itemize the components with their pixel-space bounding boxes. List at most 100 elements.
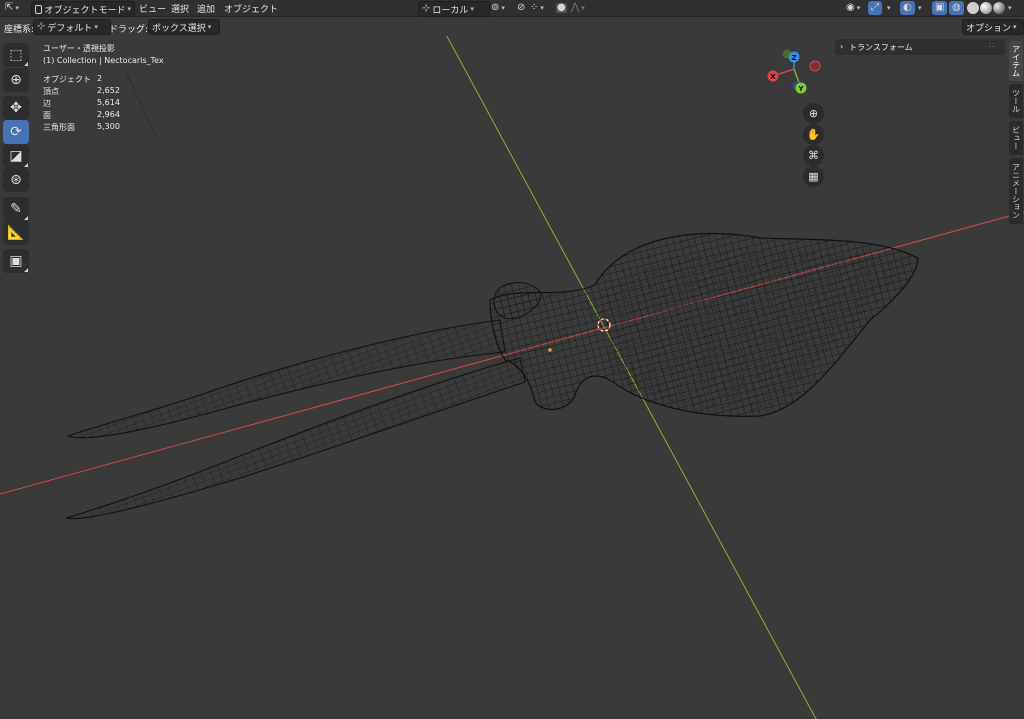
collection-line: (1) Collection | Nectocaris_Tex (43, 56, 164, 65)
chevron-down-icon: ▾ (581, 4, 585, 12)
chevron-down-icon: ▾ (94, 23, 98, 31)
transform-icon: ⊛ (10, 172, 22, 188)
chevron-down-icon: ▾ (470, 5, 474, 13)
transform-tool[interactable]: ⊛ (3, 168, 29, 192)
proportional-icon: ● (556, 2, 567, 13)
orientation-dropdown[interactable]: ⊹ デフォルト ▾ (33, 19, 111, 35)
overlay-dropdown[interactable]: ▾ (915, 1, 925, 15)
menu-object[interactable]: オブジェクト (221, 1, 281, 15)
chevron-down-icon: ▾ (127, 5, 131, 13)
measure-icon: 📐 (7, 225, 25, 241)
editor-type-icon: ⇱ (5, 2, 14, 13)
xray-toggle[interactable]: ▣ (932, 1, 948, 15)
add-cube-tool[interactable]: ▣ (3, 249, 29, 273)
select-box-tool[interactable]: ⬚ (3, 43, 29, 67)
hand-pan-icon: ✋ (806, 128, 821, 141)
gizmo-toggle[interactable]: ⤢ (868, 1, 882, 15)
object-origin (548, 348, 552, 352)
gizmo-dropdown[interactable]: ▾ (884, 1, 894, 15)
scale-icon: ◪ (9, 148, 23, 164)
drag-handle-icon[interactable]: ∷ (989, 41, 994, 50)
magnet-icon: ⊘ (517, 2, 526, 13)
chevron-down-icon: ▾ (207, 23, 212, 31)
transform-orientation-dropdown[interactable]: ⊹ ローカル ▾ (418, 1, 490, 17)
chevron-down-icon: ▾ (887, 4, 891, 12)
scale-tool[interactable]: ◪ (3, 144, 29, 168)
shading-wireframe[interactable]: ◍ (949, 1, 964, 15)
cursor-icon: ⊕ (10, 72, 22, 88)
move-icon: ✥ (10, 100, 22, 116)
navigation-gizmo[interactable]: Z X Y (760, 45, 830, 100)
shading-dropdown[interactable]: ▾ (1005, 1, 1015, 15)
snap-grid-icon: ⁘ (530, 2, 539, 13)
tab-animation[interactable]: アニメーション (1009, 158, 1023, 224)
xray-icon: ▣ (935, 2, 945, 13)
menu-add[interactable]: 追加 (194, 1, 218, 15)
add-cube-icon: ▣ (9, 253, 23, 269)
proportional-falloff-button[interactable]: ⋀ ▾ (568, 1, 588, 15)
mode-label: オブジェクトモード (44, 5, 126, 16)
tab-tool[interactable]: ツール (1009, 84, 1023, 118)
tab-view[interactable]: ビュー (1009, 121, 1023, 155)
visibility-button[interactable]: ◉ ▾ (843, 1, 863, 15)
viewport-header: ⇱ ▾ オブジェクトモード ▾ ビュー 選択 追加 オブジェクト ⊹ ローカル ▾… (0, 0, 1024, 17)
cursor-tool[interactable]: ⊕ (3, 68, 29, 92)
falloff-icon: ⋀ (571, 2, 580, 13)
camera-icon: ⌘ (808, 149, 819, 162)
annotate-icon: ✎ (10, 201, 22, 217)
gizmo-x-label: X (770, 73, 776, 81)
orientation-label: 座標系: (4, 25, 35, 35)
move-tool[interactable]: ✥ (3, 96, 29, 120)
expand-arrow-icon: › (840, 42, 844, 51)
wireframe-sphere-icon: ◍ (952, 2, 961, 13)
editor-type-button[interactable]: ⇱ ▾ (2, 1, 22, 15)
overlay-toggle[interactable]: ◐ (900, 1, 915, 15)
pan-button[interactable]: ✋ (803, 124, 824, 145)
zoom-icon: ⊕ (808, 107, 819, 120)
zoom-button[interactable]: ⊕ (803, 103, 824, 124)
orientation-icon: ⊹ (422, 3, 431, 14)
gizmo-y-label: Y (797, 85, 804, 93)
gizmo-neg-x[interactable] (809, 60, 821, 72)
measure-tool[interactable]: 📐 (3, 221, 29, 245)
pivot-icon: ⊚ (491, 2, 500, 13)
orientation-axis-icon: ⊹ (37, 21, 46, 32)
guide-line (124, 69, 157, 137)
grid-perspective-icon: ▦ (808, 170, 819, 183)
menu-view[interactable]: ビュー (136, 1, 169, 15)
gizmo-icon: ⤢ (871, 2, 879, 13)
chevron-down-icon: ▾ (15, 4, 19, 12)
mesh-appendage-upper (66, 319, 506, 439)
drag-dropdown[interactable]: ボックス選択 ▾ (148, 19, 220, 35)
object-mode-icon (35, 4, 43, 14)
chevron-down-icon: ▾ (1008, 4, 1012, 12)
eye-icon: ◉ (846, 2, 855, 13)
gizmo-z-label: Z (791, 54, 796, 62)
transform-panel-label: トランスフォーム (849, 43, 913, 52)
rotate-tool[interactable]: ⟳ (3, 120, 29, 144)
chevron-down-icon: ▾ (1013, 23, 1017, 31)
viewport-canvas[interactable] (0, 0, 1024, 719)
view-name: ユーザー・透視投影 (43, 44, 115, 53)
snap-target-button[interactable]: ⁘ ▾ (527, 1, 547, 15)
camera-view-button[interactable]: ⌘ (803, 145, 824, 166)
menu-select[interactable]: 選択 (168, 1, 192, 15)
mode-dropdown[interactable]: オブジェクトモード ▾ (31, 1, 135, 17)
options-dropdown[interactable]: オプション ▾ (962, 19, 1024, 35)
rotate-icon: ⟳ (10, 124, 22, 140)
pivot-point-button[interactable]: ⊚ ▾ (488, 1, 508, 15)
chevron-down-icon: ▾ (501, 4, 505, 12)
annotate-tool[interactable]: ✎ (3, 197, 29, 221)
select-box-icon: ⬚ (9, 47, 23, 63)
rendered-sphere-icon (993, 2, 1005, 14)
transform-panel-header[interactable]: › トランスフォーム ∷ (835, 39, 1005, 55)
perspective-toggle-button[interactable]: ▦ (803, 166, 824, 187)
tab-item[interactable]: アイテム (1009, 41, 1023, 81)
chevron-down-icon: ▾ (918, 4, 922, 12)
mesh-body-overlay (600, 250, 910, 411)
drag-label: ドラッグ: (109, 25, 149, 35)
tool-settings-bar: 座標系: ⊹ デフォルト ▾ ドラッグ: ボックス選択 ▾ オプション ▾ (0, 17, 1024, 36)
chevron-down-icon: ▾ (856, 4, 861, 12)
chevron-down-icon: ▾ (540, 4, 544, 12)
overlay-icon: ◐ (903, 2, 912, 13)
